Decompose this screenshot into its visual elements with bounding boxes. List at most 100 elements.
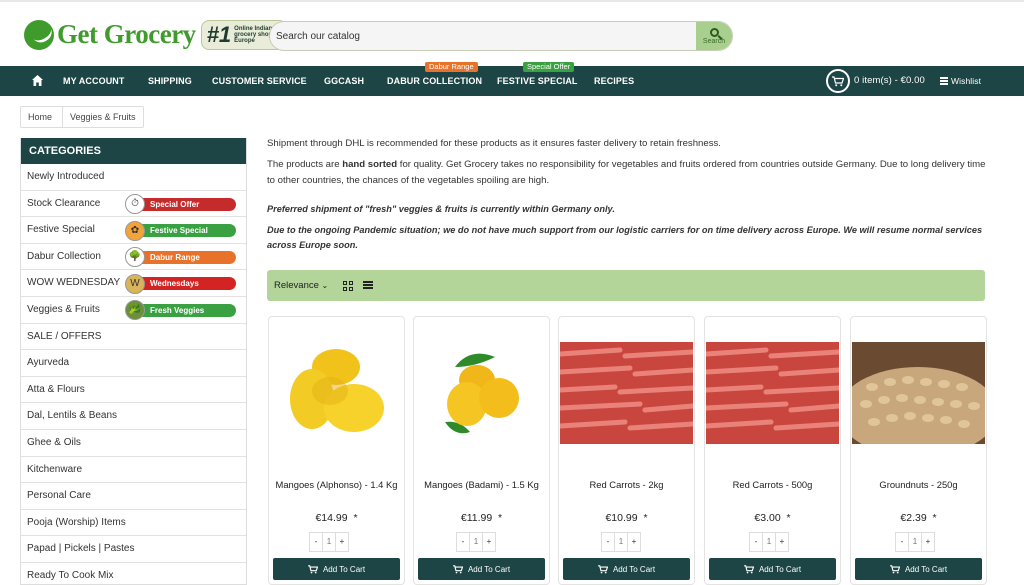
category-label: Stock Clearance	[27, 197, 101, 209]
mango-image	[445, 353, 519, 434]
product-name[interactable]: Mangoes (Alphonso) - 1.4 Kg	[269, 479, 404, 490]
cart-icon	[890, 564, 900, 573]
quantity-stepper: -1 +	[749, 532, 789, 552]
qty-input[interactable]: 1	[322, 533, 336, 551]
qty-decrease-button[interactable]: -	[602, 533, 614, 551]
category-item[interactable]: Personal Care	[21, 483, 246, 510]
breadcrumb-current[interactable]: Veggies & Fruits	[63, 107, 143, 127]
add-to-cart-button[interactable]: Add To Cart	[418, 558, 545, 580]
qty-decrease-button[interactable]: -	[310, 533, 322, 551]
category-item[interactable]: Papad | Pickels | Pastes	[21, 536, 246, 563]
category-item[interactable]: Newly Introduced	[21, 164, 246, 191]
cart-summary[interactable]: 0 item(s) - €0.00	[854, 66, 925, 96]
qty-input[interactable]: 1	[762, 533, 776, 551]
product-image[interactable]	[706, 342, 839, 444]
wishlist-link[interactable]: Wishlist	[951, 66, 981, 96]
product-card[interactable]: Mangoes (Alphonso) - 1.4 Kg €14.99 * -1 +…	[268, 316, 405, 585]
price-value: €11.99	[460, 512, 493, 524]
category-item[interactable]: Dal, Lentils & Beans	[21, 403, 246, 430]
qty-increase-button[interactable]: +	[336, 533, 348, 551]
grid-view-icon[interactable]	[343, 281, 353, 291]
nav-shipping[interactable]: SHIPPING	[148, 66, 192, 96]
qty-increase-button[interactable]: +	[776, 533, 788, 551]
category-item[interactable]: Ready To Cook Mix	[21, 563, 246, 584]
nav-badge-festive: Special Offer	[523, 62, 575, 72]
category-description: Shipment through DHL is recommended for …	[267, 136, 987, 253]
category-label: Dabur Collection	[27, 250, 101, 262]
qty-input[interactable]: 1	[469, 533, 483, 551]
badge-label: Festive Special	[142, 224, 236, 238]
breadcrumb-home[interactable]: Home	[21, 107, 64, 127]
category-item[interactable]: Kitchenware	[21, 457, 246, 484]
wow-icon: W	[125, 273, 145, 294]
list-view-icon[interactable]	[363, 281, 373, 291]
nav-my-account[interactable]: MY ACCOUNT	[63, 66, 125, 96]
category-badge: W Wednesdays	[125, 273, 236, 294]
brand-logo[interactable]: Get Grocery #1 Online Indian grocery sho…	[24, 19, 287, 50]
chevron-down-icon: ⌄	[321, 281, 329, 290]
add-to-cart-button[interactable]: Add To Cart	[855, 558, 982, 580]
product-name[interactable]: Red Carrots - 2kg	[559, 479, 694, 490]
category-item[interactable]: Ghee & Oils	[21, 430, 246, 457]
add-to-cart-label: Add To Cart	[467, 564, 511, 574]
qty-increase-button[interactable]: +	[922, 533, 934, 551]
category-item[interactable]: Ayurveda	[21, 350, 246, 377]
category-badge: ⏱ Special Offer	[125, 194, 236, 215]
carrots-image	[560, 342, 693, 444]
category-item[interactable]: Dabur Collection 🌳 Dabur Range	[21, 244, 246, 271]
quantity-stepper: -1 +	[456, 532, 496, 552]
wishlist-icon[interactable]	[940, 77, 948, 85]
qty-input[interactable]: 1	[614, 533, 628, 551]
product-image[interactable]	[415, 342, 548, 444]
product-card[interactable]: Groundnuts - 250g €2.39 * -1 + Add To Car…	[850, 316, 987, 585]
flower-icon: ✿	[125, 220, 145, 241]
add-to-cart-label: Add To Cart	[322, 564, 366, 574]
add-to-cart-button[interactable]: Add To Cart	[563, 558, 690, 580]
product-card[interactable]: Mangoes (Badami) - 1.5 Kg €11.99 * -1 + A…	[413, 316, 550, 585]
product-name[interactable]: Groundnuts - 250g	[851, 479, 986, 490]
badge-number: #1	[206, 21, 232, 47]
leaf-logo-icon	[24, 19, 54, 50]
price-asterisk: *	[498, 512, 503, 524]
search-button[interactable]: Search	[696, 22, 732, 50]
product-card[interactable]: Red Carrots - 500g €3.00 * -1 + Add To Ca…	[704, 316, 841, 585]
qty-input[interactable]: 1	[908, 533, 922, 551]
category-item[interactable]: WOW WEDNESDAY W Wednesdays	[21, 270, 246, 297]
quantity-stepper: -1 +	[601, 532, 641, 552]
category-item[interactable]: Atta & Flours	[21, 377, 246, 404]
search-bar: Search	[269, 21, 733, 51]
product-image[interactable]	[560, 342, 693, 444]
search-input[interactable]	[270, 22, 698, 50]
nav-recipes[interactable]: RECIPES	[594, 66, 634, 96]
category-item[interactable]: Pooja (Worship) Items	[21, 510, 246, 537]
text-bold: hand sorted	[342, 159, 398, 170]
cart-icon[interactable]	[826, 69, 850, 93]
category-item[interactable]: Stock Clearance ⏱ Special Offer	[21, 191, 246, 218]
product-image[interactable]	[852, 342, 985, 444]
qty-increase-button[interactable]: +	[628, 533, 640, 551]
nav-customer-service[interactable]: CUSTOMER SERVICE	[212, 66, 307, 96]
text-segment: The products are	[267, 159, 343, 170]
badge-label: Dabur Range	[142, 250, 236, 264]
sort-dropdown[interactable]: Relevance ⌄	[274, 270, 328, 301]
category-item[interactable]: Veggies & Fruits 🥦 Fresh Veggies	[21, 297, 246, 324]
product-card[interactable]: Red Carrots - 2kg €10.99 * -1 + Add To Ca…	[558, 316, 695, 585]
qty-increase-button[interactable]: +	[483, 533, 495, 551]
carrots-image	[706, 342, 839, 444]
product-name[interactable]: Mangoes (Badami) - 1.5 Kg	[414, 479, 549, 490]
category-label: WOW WEDNESDAY	[27, 277, 121, 289]
category-item[interactable]: SALE / OFFERS	[21, 324, 246, 351]
product-name[interactable]: Red Carrots - 500g	[705, 479, 840, 490]
qty-decrease-button[interactable]: -	[457, 533, 469, 551]
nav-ggcash[interactable]: GGCASH	[324, 66, 364, 96]
qty-decrease-button[interactable]: -	[750, 533, 762, 551]
product-image[interactable]	[270, 342, 403, 444]
add-to-cart-button[interactable]: Add To Cart	[709, 558, 836, 580]
price-asterisk: *	[643, 512, 648, 524]
home-icon[interactable]	[32, 75, 43, 86]
product-price: €10.99 *	[559, 512, 694, 524]
qty-decrease-button[interactable]: -	[896, 533, 908, 551]
add-to-cart-button[interactable]: Add To Cart	[273, 558, 400, 580]
categories-title: CATEGORIES	[21, 138, 246, 164]
category-item[interactable]: Festive Special ✿ Festive Special	[21, 217, 246, 244]
